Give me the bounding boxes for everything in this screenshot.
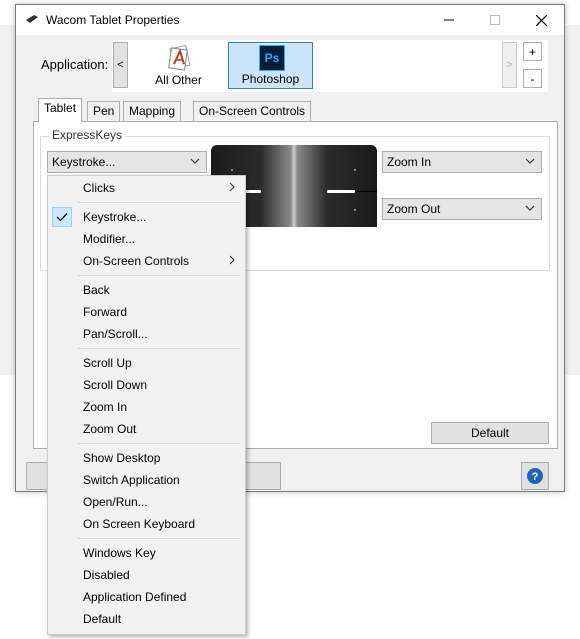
maximize-icon [490,15,500,25]
menu-item-modifier[interactable]: Modifier... [49,228,244,250]
tab-tablet[interactable]: Tablet [38,98,83,122]
application-scroll-left-button[interactable]: < [113,42,128,88]
maximize-button[interactable] [472,5,518,35]
menu-item-label: Zoom Out [83,422,137,436]
menu-item-label: Switch Application [83,473,180,487]
menu-item-label: Disabled [83,568,130,582]
photoshop-icon: Ps [259,45,285,71]
remove-application-button[interactable]: - [523,69,542,88]
default-button[interactable]: Default [431,422,549,444]
menu-item-clicks[interactable]: Clicks [49,177,244,199]
minimize-icon [444,19,454,21]
menu-item-back[interactable]: Back [49,279,244,301]
expresskey-indicator [327,190,355,193]
menu-item-open-run[interactable]: Open/Run... [49,491,244,513]
chevron-down-icon [525,158,535,164]
menu-item-label: Clicks [83,181,115,195]
tablet-app-icon [26,15,38,23]
menu-item-label: Application Defined [83,590,187,604]
menu-separator [78,443,240,444]
all-other-icon [168,44,191,71]
menu-item-show-desktop[interactable]: Show Desktop [49,447,244,469]
menu-item-default[interactable]: Default [49,608,244,630]
application-tile-label: Photoshop [241,72,300,86]
tab-pen[interactable]: Pen [87,101,121,121]
menu-item-scroll-up[interactable]: Scroll Up [49,352,244,374]
menu-item-application-defined[interactable]: Application Defined [49,586,244,608]
application-tile-photoshop[interactable]: Ps Photoshop [228,42,313,89]
menu-item-pan-scroll[interactable]: Pan/Scroll... [49,323,244,345]
dropdown-value: Zoom In [387,155,432,169]
close-icon [535,14,547,26]
tab-on-screen-controls[interactable]: On-Screen Controls [193,101,312,121]
menu-separator [78,348,240,349]
application-scroll-right-button[interactable]: > [502,42,517,88]
tablet-dot [354,209,356,211]
menu-separator [78,275,240,276]
expresskey-zoom-out-dropdown[interactable]: Zoom Out [382,198,542,220]
menu-item-on-screen-keyboard[interactable]: On Screen Keyboard [49,513,244,535]
menu-item-label: Show Desktop [83,451,161,465]
svg-text:?: ? [532,471,539,483]
menu-item-zoom-out[interactable]: Zoom Out [49,418,244,440]
menu-item-disabled[interactable]: Disabled [49,564,244,586]
menu-item-label: Windows Key [83,546,156,560]
application-label: Application: [41,57,109,72]
menu-item-label: Scroll Down [83,378,148,392]
help-icon: ? [527,468,543,484]
dropdown-value: Zoom Out [387,202,441,216]
menu-item-switch-application[interactable]: Switch Application [49,469,244,491]
expresskey-function-menu: Clicks Keystroke... Modifier... On-Scree… [47,175,246,635]
menu-item-label: Open/Run... [83,495,148,509]
leader-line [357,191,377,192]
menu-item-label: Pan/Scroll... [83,327,148,341]
menu-item-windows-key[interactable]: Windows Key [49,542,244,564]
menu-item-label: Modifier... [83,232,136,246]
menu-separator [78,538,240,539]
tablet-dot [354,169,356,171]
menu-item-on-screen-controls[interactable]: On-Screen Controls [49,250,244,272]
menu-item-label: Default [83,612,122,626]
menu-item-scroll-down[interactable]: Scroll Down [49,374,244,396]
expresskeys-group-title: ExpressKeys [49,128,126,142]
help-button[interactable]: ? [521,462,549,490]
menu-item-label: Zoom In [83,400,128,414]
menu-item-keystroke[interactable]: Keystroke... [49,206,244,228]
chevron-right-icon [229,182,235,192]
chevron-down-icon [190,158,200,164]
checkmark-icon [52,207,72,227]
menu-item-forward[interactable]: Forward [49,301,244,323]
minimize-button[interactable] [426,5,472,35]
menu-item-zoom-in[interactable]: Zoom In [49,396,244,418]
menu-item-label: On Screen Keyboard [83,517,196,531]
application-tile-label: All Other [155,73,202,87]
chevron-down-icon [525,205,535,211]
expresskey-zoom-in-dropdown[interactable]: Zoom In [382,151,542,173]
tablet-dot [231,169,233,171]
expresskey-function-dropdown[interactable]: Keystroke... [47,151,207,173]
dropdown-value: Keystroke... [52,155,116,169]
window-title: Wacom Tablet Properties [46,13,180,27]
menu-item-label: On-Screen Controls [83,254,190,268]
tab-mapping[interactable]: Mapping [123,101,182,121]
add-application-button[interactable]: + [523,42,542,61]
menu-item-label: Scroll Up [83,356,132,370]
close-button[interactable] [518,5,564,35]
chevron-right-icon [229,255,235,265]
menu-item-label: Forward [83,305,128,319]
menu-item-label: Keystroke... [83,210,147,224]
menu-separator [78,202,240,203]
application-tile-all-other[interactable]: All Other [136,42,221,89]
title-bar[interactable]: Wacom Tablet Properties [16,5,564,35]
menu-item-label: Back [83,283,110,297]
